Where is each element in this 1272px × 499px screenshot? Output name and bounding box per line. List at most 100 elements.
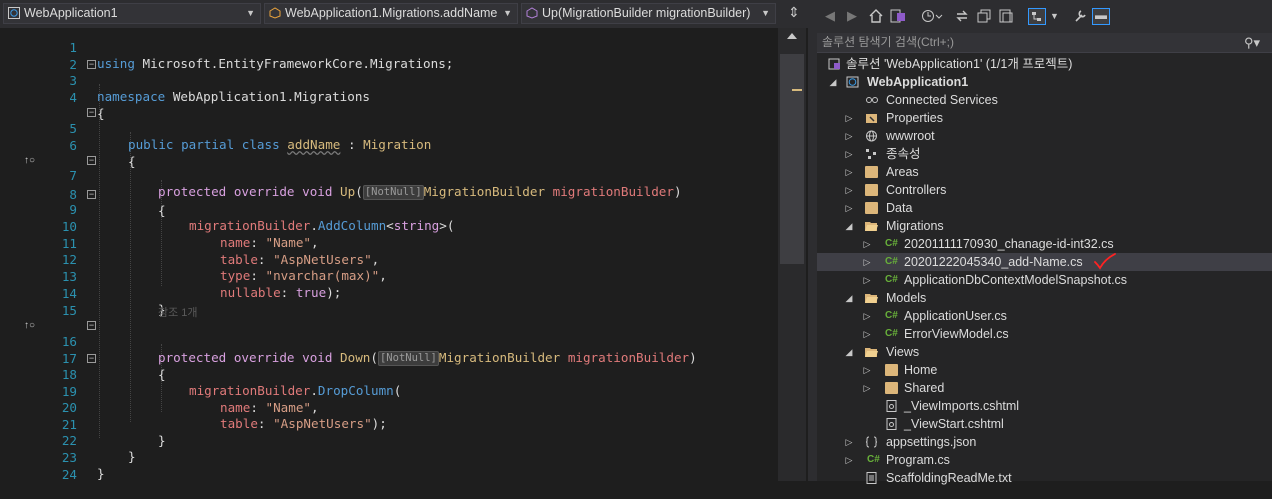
class-name: addName	[287, 137, 341, 152]
tree-item-viewstart[interactable]: _ViewStart.cshtml	[817, 415, 1272, 433]
tree-item-shared[interactable]: ▷ Shared	[817, 379, 1272, 397]
collapsed-arrow-icon[interactable]: ▷	[844, 109, 854, 127]
json-file-icon	[865, 436, 878, 448]
code-line: 24	[0, 451, 778, 482]
tree-item-home[interactable]: ▷ Home	[817, 361, 1272, 379]
code-line: 12 type: "nvarchar(max)",	[0, 236, 778, 283]
tree-item-label: Migrations	[886, 219, 944, 233]
code-line: 23 }	[0, 434, 778, 481]
csharp-file-icon: C#	[885, 310, 898, 321]
tree-item-program[interactable]: ▷ C# Program.cs	[817, 451, 1272, 469]
collapsed-arrow-icon[interactable]: ▷	[844, 451, 854, 469]
expanded-arrow-icon[interactable]: ◢	[844, 217, 854, 235]
preview-icon	[1032, 12, 1041, 21]
expanded-arrow-icon[interactable]: ◢	[828, 73, 838, 91]
expanded-arrow-icon[interactable]: ◢	[844, 343, 854, 361]
class-dropdown[interactable]: WebApplication1.Migrations.addName ▼	[264, 3, 518, 24]
chevron-down-icon[interactable]: ▼	[1050, 11, 1059, 21]
tree-item-models[interactable]: ◢ Models	[817, 289, 1272, 307]
brace: }	[97, 466, 105, 481]
code-line: 9 migrationBuilder.AddColumn<string>(	[0, 186, 778, 233]
vertical-scrollbar[interactable]	[778, 28, 806, 481]
tree-item-migration-file[interactable]: ▷ C# 20201111170930_chanage-id-int32.cs	[817, 235, 1272, 253]
member-dropdown-label: Up(MigrationBuilder migrationBuilder)	[542, 6, 751, 20]
tree-item-label: 솔루션 'WebApplication1' (1/1개 프로젝트)	[846, 57, 1073, 71]
member-dropdown[interactable]: Up(MigrationBuilder migrationBuilder) ▼	[521, 3, 776, 24]
collapsed-arrow-icon[interactable]: ▷	[844, 199, 854, 217]
back-icon[interactable]: ◀	[825, 8, 835, 24]
scroll-up-icon[interactable]	[787, 32, 797, 40]
forward-icon[interactable]: ▶	[847, 8, 857, 24]
code-line: 5 public partial class addName : Migrati…	[0, 105, 778, 152]
properties-icon	[866, 114, 877, 123]
scrollbar-thumb[interactable]	[780, 54, 804, 264]
home-icon[interactable]	[869, 9, 883, 23]
tree-item-label: Properties	[886, 111, 943, 125]
show-all-files-icon[interactable]	[999, 9, 1013, 23]
tree-item-label: Controllers	[886, 183, 947, 197]
tree-item-scaffolding-readme[interactable]: ScaffoldingReadMe.txt	[817, 469, 1272, 487]
collapsed-arrow-icon[interactable]: ▷	[862, 271, 872, 289]
line-number: 15	[61, 303, 77, 318]
tree-item-migrations[interactable]: ◢ Migrations	[817, 217, 1272, 235]
tree-item-migration-file-selected[interactable]: ▷ C# 20201222045340_add-Name.cs	[817, 253, 1272, 271]
csharp-file-icon: C#	[885, 238, 898, 249]
collapsed-arrow-icon[interactable]: ▷	[862, 235, 872, 253]
collapsed-arrow-icon[interactable]: ▷	[862, 379, 872, 397]
tree-item-wwwroot[interactable]: ▷ wwwroot	[817, 127, 1272, 145]
code-line: 3 namespace WebApplication1.Migrations	[0, 57, 778, 104]
tree-item-viewimports[interactable]: _ViewImports.cshtml	[817, 397, 1272, 415]
code-line: 22 }	[0, 417, 778, 464]
solution-explorer-toolbar: ◀ ▶ ▼ ▬	[817, 0, 1272, 33]
code-line: 20 table: "AspNetUsers");	[0, 384, 778, 431]
tree-item-appsettings[interactable]: ▷ appsettings.json	[817, 433, 1272, 451]
properties-wrench-icon[interactable]	[1073, 9, 1087, 23]
pending-changes-icon[interactable]	[921, 9, 943, 23]
collapsed-arrow-icon[interactable]: ▷	[862, 307, 872, 325]
collapsed-arrow-icon[interactable]: ▷	[844, 145, 854, 163]
collapsed-arrow-icon[interactable]: ▷	[862, 361, 872, 379]
collapsed-arrow-icon[interactable]: ▷	[844, 181, 854, 199]
method-icon	[526, 7, 538, 19]
tree-item-snapshot-file[interactable]: ▷ C# ApplicationDbContextModelSnapshot.c…	[817, 271, 1272, 289]
split-editor-icon[interactable]: ⇕	[788, 4, 800, 21]
search-icon[interactable]: ⚲▾	[1244, 34, 1260, 52]
sync-icon[interactable]	[955, 9, 969, 23]
collapsed-arrow-icon[interactable]: ▷	[844, 433, 854, 451]
folder-icon	[885, 382, 898, 394]
pin-icon: ▬	[1095, 8, 1107, 22]
collapse-all-icon[interactable]	[977, 9, 991, 23]
tree-item-dependencies[interactable]: ▷ 종속성	[817, 145, 1272, 163]
search-input[interactable]: 솔루션 탐색기 검색(Ctrl+;) ⚲▾	[817, 33, 1272, 53]
red-check-annotation	[1094, 253, 1116, 270]
tree-item-areas[interactable]: ▷ Areas	[817, 163, 1272, 181]
tree-item-data[interactable]: ▷ Data	[817, 199, 1272, 217]
tree-item-solution[interactable]: 솔루션 'WebApplication1' (1/1개 프로젝트)	[817, 55, 1272, 73]
splitter[interactable]	[808, 0, 817, 481]
tree-item-label: appsettings.json	[886, 435, 977, 449]
collapsed-arrow-icon[interactable]: ▷	[844, 163, 854, 181]
keyword: class	[241, 137, 280, 152]
code-line: 8 {	[0, 171, 778, 218]
base-class-name: Migration	[363, 137, 432, 152]
code-area[interactable]: − − − − − − ↑○ ↑○ 1 using Microsoft.Enti…	[0, 28, 778, 482]
web-project-icon	[846, 76, 859, 88]
tree-item-controllers[interactable]: ▷ Controllers	[817, 181, 1272, 199]
code-line: 11 table: "AspNetUsers",	[0, 220, 778, 267]
tree-item-appuser[interactable]: ▷ C# ApplicationUser.cs	[817, 307, 1272, 325]
folder-icon	[865, 202, 878, 214]
code-line: 10 name: "Name",	[0, 203, 778, 250]
code-line: 13 nullable: true);	[0, 253, 778, 300]
tree-item-properties[interactable]: ▷ Properties	[817, 109, 1272, 127]
tree-item-project[interactable]: ◢ WebApplication1	[817, 73, 1272, 91]
tree-item-views[interactable]: ◢ Views	[817, 343, 1272, 361]
collapsed-arrow-icon[interactable]: ▷	[844, 127, 854, 145]
collapsed-arrow-icon[interactable]: ▷	[862, 325, 872, 343]
code-editor[interactable]: WebApplication1 ▼ WebApplication1.Migrat…	[0, 0, 808, 482]
collapsed-arrow-icon[interactable]: ▷	[862, 253, 872, 271]
project-dropdown[interactable]: WebApplication1 ▼	[3, 3, 261, 24]
switch-views-icon[interactable]	[890, 9, 906, 23]
tree-item-connected-services[interactable]: Connected Services	[817, 91, 1272, 109]
expanded-arrow-icon[interactable]: ◢	[844, 289, 854, 307]
tree-item-errorviewmodel[interactable]: ▷ C# ErrorViewModel.cs	[817, 325, 1272, 343]
